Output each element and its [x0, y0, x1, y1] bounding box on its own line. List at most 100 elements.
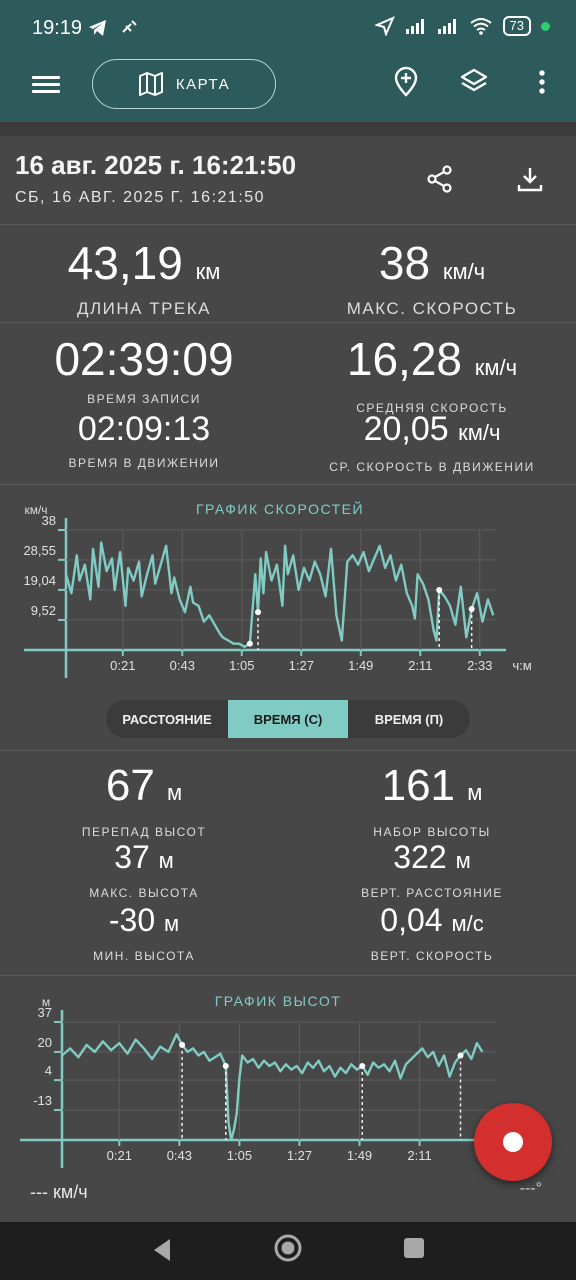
divider: [0, 750, 576, 751]
segment-time-paused[interactable]: ВРЕМЯ (П): [348, 700, 470, 738]
pause-marker-dot: [468, 605, 475, 612]
back-icon[interactable]: [150, 1236, 174, 1264]
pause-marker-dot: [179, 1041, 186, 1048]
download-icon[interactable]: [515, 164, 545, 194]
record-time-value: 02:39:09: [54, 333, 234, 385]
track-subtitle: СБ, 16 АВГ. 2025 Г. 16:21:50: [15, 189, 266, 206]
battery-indicator: 73: [502, 16, 531, 36]
x-axis-mode-selector: РАССТОЯНИЕ ВРЕМЯ (С) ВРЕМЯ (П): [106, 700, 470, 738]
x-tick-label: 1:49: [347, 1148, 372, 1163]
status-bar: 19:19 73: [0, 0, 576, 56]
x-tick-label: 0:43: [167, 1148, 192, 1163]
stat-value: -30 м: [0, 903, 288, 941]
x-tick-label: 0:21: [107, 1148, 132, 1163]
map-button-label: КАРТА: [175, 75, 231, 93]
speed-chart: ГРАФИК СКОРОСТЕЙ км/ч 38 28,55 19,04 9,52 0:21…: [0, 490, 576, 682]
chart-title: ГРАФИК СКОРОСТЕЙ: [196, 500, 364, 517]
vertical-speed-unit: м/с: [451, 911, 484, 936]
share-icon[interactable]: [425, 164, 455, 194]
record-button[interactable]: [474, 1103, 552, 1181]
x-tick-label: 1:49: [348, 658, 373, 673]
avg-moving-speed-unit: км/ч: [458, 420, 501, 445]
pause-marker-dot: [246, 640, 253, 647]
stat-value: 43,19 км: [0, 238, 288, 297]
x-tick-label: 1:27: [287, 1148, 312, 1163]
telegram-icon: [89, 20, 106, 37]
satellite-icon: [122, 20, 137, 33]
more-options-icon[interactable]: [526, 66, 558, 98]
x-tick-label: 2:33: [467, 658, 492, 673]
menu-icon[interactable]: [32, 72, 60, 96]
avg-speed-unit: км/ч: [474, 355, 518, 380]
stat-elevation-drop: 67 м ПЕРЕПАД ВЫСОТ: [0, 762, 288, 840]
stat-max-altitude: 37 м МАКС. ВЫСОТА: [0, 840, 288, 900]
stat-vertical-distance: 322 м ВЕРТ. РАССТОЯНИЕ: [288, 840, 576, 900]
stat-elevation-gain: 161 м НАБОР ВЫСОТЫ: [288, 762, 576, 840]
x-tick-label: 1:27: [289, 658, 314, 673]
segment-time-continuous[interactable]: ВРЕМЯ (С): [228, 700, 348, 738]
record-time-label: ВРЕМЯ ЗАПИСИ: [87, 392, 201, 406]
moving-time-label: ВРЕМЯ В ДВИЖЕНИИ: [68, 456, 220, 470]
recents-icon[interactable]: [402, 1236, 426, 1260]
avg-speed-value: 16,28: [346, 333, 462, 385]
stat-value: 20,05 км/ч: [288, 410, 576, 452]
segment-distance[interactable]: РАССТОЯНИЕ: [106, 700, 228, 738]
stat-moving-time: 02:09:13 ВРЕМЯ В ДВИЖЕНИИ: [0, 410, 288, 470]
record-icon: [503, 1132, 523, 1152]
y-tick-label: 9,52: [31, 603, 56, 618]
chart-title: ГРАФИК ВЫСОТ: [215, 993, 342, 1009]
stat-min-altitude: -30 м МИН. ВЫСОТА: [0, 903, 288, 963]
x-tick-label: 2:11: [407, 1148, 431, 1163]
vertical-distance-label: ВЕРТ. РАССТОЯНИЕ: [361, 886, 503, 900]
stat-avg-moving-speed: 20,05 км/ч СР. СКОРОСТЬ В ДВИЖЕНИИ: [288, 410, 576, 474]
track-header: 16 авг. 2025 г. 16:21:50 СБ, 16 АВГ. 202…: [0, 136, 576, 224]
card-edge: [0, 122, 576, 136]
y-tick-label: 28,55: [23, 543, 56, 558]
map-icon: [138, 72, 163, 96]
map-button[interactable]: КАРТА: [92, 59, 276, 109]
x-tick-label: 0:21: [110, 658, 135, 673]
vertical-speed-value: 0,04: [380, 902, 443, 938]
elevation-gain-value: 161: [381, 761, 456, 810]
add-location-icon[interactable]: [390, 66, 422, 98]
layers-icon[interactable]: [458, 66, 490, 98]
speed-chart-svg: ГРАФИК СКОРОСТЕЙкм/ч3828,5519,049,520:21…: [23, 500, 532, 678]
vertical-distance-unit: м: [455, 848, 471, 873]
system-navigation-bar: [0, 1222, 576, 1280]
signal-icon: [405, 19, 424, 34]
stat-avg-speed: 16,28 км/ч СРЕДНЯЯ СКОРОСТЬ: [288, 334, 576, 415]
y-tick-label: 37: [38, 1005, 52, 1020]
current-bearing: ---°: [519, 1180, 542, 1197]
y-tick-label: 19,04: [23, 573, 56, 588]
location-arrow-icon: [374, 16, 395, 36]
max-altitude-unit: м: [158, 848, 174, 873]
pause-marker-dot: [222, 1063, 229, 1070]
y-tick-label: -13: [33, 1093, 52, 1108]
max-altitude-label: МАКС. ВЫСОТА: [89, 886, 199, 900]
divider: [0, 322, 576, 323]
track-length-label: ДЛИНА ТРЕКА: [76, 299, 212, 318]
y-tick-label: 4: [45, 1063, 52, 1078]
stat-record-time: 02:39:09 ВРЕМЯ ЗАПИСИ: [0, 334, 288, 406]
x-axis-unit-label: ч:м: [512, 658, 531, 673]
pause-marker-dot: [359, 1063, 366, 1070]
stat-value: 161 м: [288, 762, 576, 817]
x-tick-label: 0:43: [170, 658, 195, 673]
max-speed-label: МАКС. СКОРОСТЬ: [346, 299, 518, 318]
x-tick-label: 2:11: [408, 658, 432, 673]
elevation-gain-unit: м: [467, 780, 483, 805]
y-tick-label: 20: [38, 1035, 52, 1050]
vertical-speed-label: ВЕРТ. СКОРОСТЬ: [370, 949, 494, 963]
divider: [0, 484, 576, 485]
stat-value: 0,04 м/с: [288, 903, 576, 941]
stat-value: 322 м: [288, 840, 576, 878]
stat-value: 38 км/ч: [288, 238, 576, 297]
home-icon[interactable]: [273, 1233, 303, 1263]
y-tick-label: 38: [42, 513, 56, 528]
min-altitude-value: -30: [108, 902, 156, 938]
elevation-drop-label: ПЕРЕПАД ВЫСОТ: [81, 825, 207, 839]
pause-marker-dot: [436, 587, 443, 593]
series-line: [64, 541, 495, 649]
live-info-bar: --- км/ч ---°: [0, 1172, 576, 1222]
track-title: 16 авг. 2025 г. 16:21:50: [15, 150, 297, 180]
